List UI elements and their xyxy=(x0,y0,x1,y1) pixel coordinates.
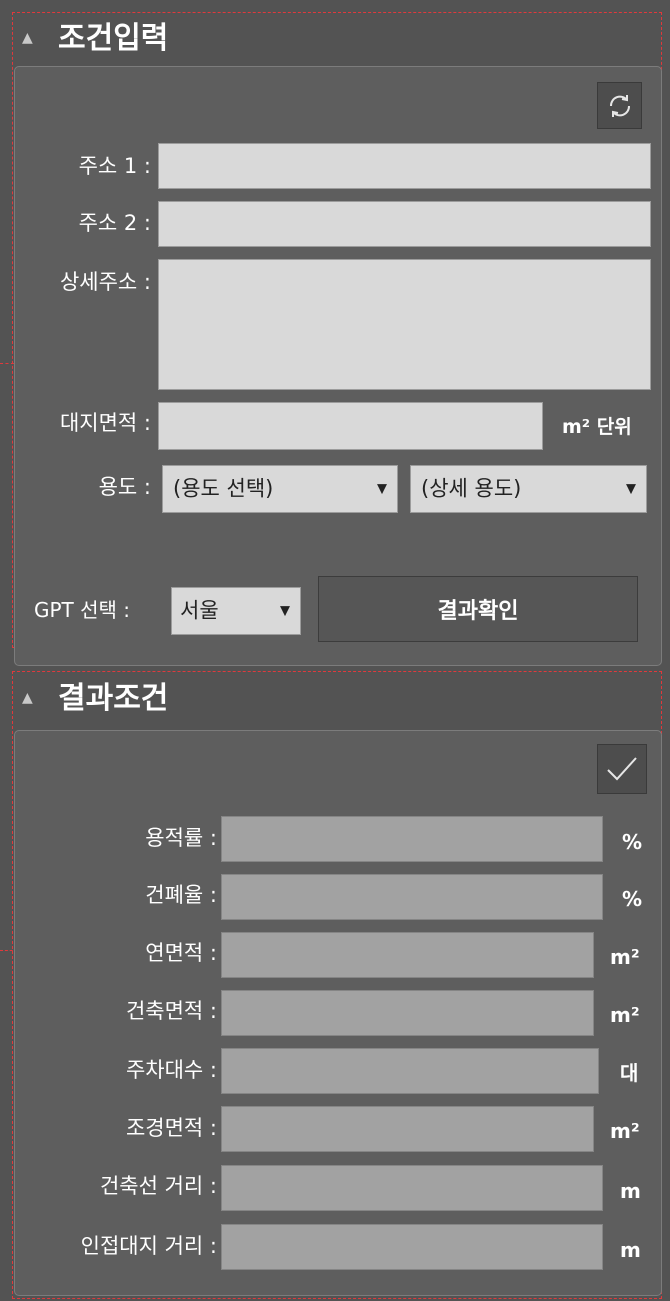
caret-down-icon: ▼ xyxy=(377,481,387,497)
usage-select-value: (용도 선택) xyxy=(173,476,274,501)
building-area-label: 건축면적 : xyxy=(125,999,217,1023)
building-line-distance-output[interactable] xyxy=(221,1165,603,1211)
caret-down-icon: ▼ xyxy=(626,481,636,497)
building-coverage-unit: % xyxy=(622,887,643,911)
building-line-distance-label: 건축선 거리 : xyxy=(99,1174,217,1198)
building-line-distance-unit: m xyxy=(620,1179,641,1203)
result-section-header[interactable]: ▲ 결과조건 xyxy=(22,680,322,720)
address2-label: 주소 2 : xyxy=(78,211,151,235)
parking-count-output[interactable] xyxy=(221,1048,599,1094)
condition-section-title: 조건입력 xyxy=(58,21,169,56)
usage-label: 용도 : xyxy=(98,475,151,499)
detail-usage-select[interactable]: (상세 용도) ▼ xyxy=(410,465,647,513)
building-area-unit: m² xyxy=(610,1003,640,1027)
detail-address-textarea[interactable] xyxy=(158,259,651,390)
building-coverage-output[interactable] xyxy=(221,874,603,920)
landscape-area-label: 조경면적 : xyxy=(125,1116,217,1140)
check-icon xyxy=(607,757,637,781)
gpt-select[interactable]: 서울 ▼ xyxy=(171,587,301,635)
condition-section-header[interactable]: ▲ 조건입력 xyxy=(22,20,322,60)
floor-area-ratio-unit: % xyxy=(622,830,643,854)
guide-tick-left-top xyxy=(0,363,14,364)
site-area-label: 대지면적 : xyxy=(59,411,151,435)
address1-label: 주소 1 : xyxy=(78,154,151,178)
floor-area-ratio-output[interactable] xyxy=(221,816,603,862)
gpt-select-value: 서울 xyxy=(180,598,219,623)
confirm-result-button[interactable]: 결과확인 xyxy=(318,576,638,642)
site-area-unit: m² 단위 xyxy=(562,416,632,438)
detail-address-label: 상세주소 : xyxy=(59,270,151,294)
total-floor-area-output[interactable] xyxy=(221,932,594,978)
refresh-icon xyxy=(609,94,630,117)
caret-up-icon: ▲ xyxy=(22,690,33,706)
total-floor-area-label: 연면적 : xyxy=(145,941,217,965)
adjacent-site-distance-label: 인접대지 거리 : xyxy=(80,1234,217,1258)
building-coverage-label: 건폐율 : xyxy=(145,883,217,907)
caret-up-icon: ▲ xyxy=(22,30,33,46)
address2-input[interactable] xyxy=(158,201,651,247)
site-area-input[interactable] xyxy=(158,402,543,450)
landscape-area-unit: m² xyxy=(610,1119,640,1143)
result-section-title: 결과조건 xyxy=(58,681,169,716)
parking-count-unit: 대 xyxy=(620,1061,639,1085)
adjacent-site-distance-unit: m xyxy=(620,1238,641,1262)
address1-input[interactable] xyxy=(158,143,651,189)
landscape-area-output[interactable] xyxy=(221,1106,594,1152)
apply-check-button[interactable] xyxy=(597,744,647,794)
adjacent-site-distance-output[interactable] xyxy=(221,1224,603,1270)
detail-usage-select-value: (상세 용도) xyxy=(421,476,522,501)
usage-select[interactable]: (용도 선택) ▼ xyxy=(162,465,398,513)
parking-count-label: 주차대수 : xyxy=(125,1058,217,1082)
building-area-output[interactable] xyxy=(221,990,594,1036)
gpt-label: GPT 선택 : xyxy=(34,598,131,622)
refresh-button[interactable] xyxy=(597,82,642,129)
total-floor-area-unit: m² xyxy=(610,945,640,969)
floor-area-ratio-label: 용적률 : xyxy=(145,826,217,850)
caret-down-icon: ▼ xyxy=(280,603,290,619)
